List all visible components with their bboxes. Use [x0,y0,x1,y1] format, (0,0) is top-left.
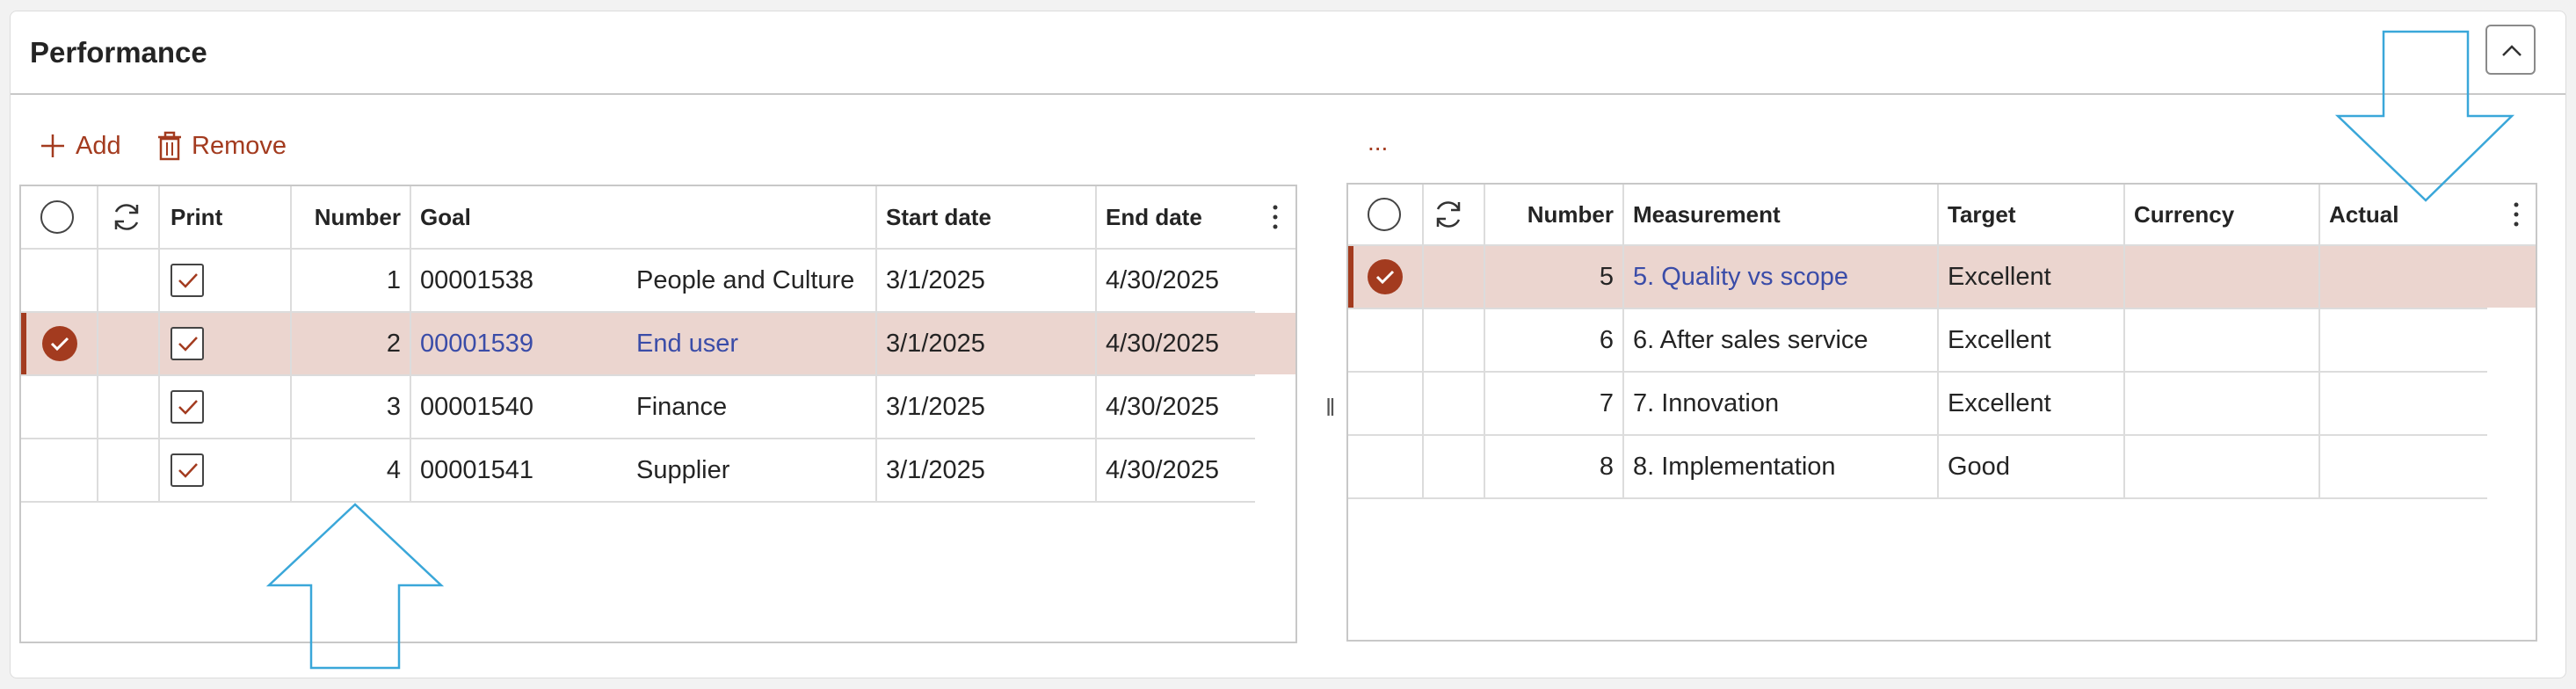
cell-target: Good [1948,452,2010,481]
measurements-grid: Number Measurement Target Currency Actua… [1346,183,2537,642]
print-checkbox[interactable] [171,313,204,374]
cell-currency[interactable] [2125,246,2310,308]
cell-goal-id: 00001538 [420,265,534,294]
column-options-button[interactable] [1262,186,1288,248]
col-header-end-date[interactable]: End date [1097,186,1255,248]
col-header-number[interactable]: Number [290,186,410,248]
cell-goal-id: 00001541 [420,455,534,484]
cell-target: Excellent [1948,325,2051,354]
cell-target: Excellent [1948,388,2051,417]
refresh-button[interactable] [1431,185,1475,244]
more-vertical-icon [1273,205,1278,229]
print-checkbox[interactable] [171,250,204,311]
cell-number: 3 [386,392,401,421]
add-button[interactable]: Add [39,128,121,163]
cell-measurement: 8. Implementation [1633,452,1836,481]
refresh-button[interactable] [109,186,153,248]
cell-number: 1 [386,265,401,294]
table-row[interactable]: 1 00001538 People and Culture 3/1/2025 4… [21,250,1295,311]
trash-icon [158,131,181,161]
select-all-checkbox[interactable] [1368,185,1406,244]
refresh-icon [114,204,139,230]
row-selected-icon[interactable] [1368,246,1403,308]
cell-currency[interactable] [2125,436,2310,497]
cell-goal-name-link[interactable]: End user [636,313,877,374]
table-row[interactable]: 7 7. Innovation Excellent [1348,373,2536,434]
more-actions-button[interactable]: ... [1368,128,1388,156]
column-options-button[interactable] [2503,185,2529,244]
cell-end-date: 4/30/2025 [1106,455,1220,484]
select-all-checkbox[interactable] [40,186,79,248]
cell-number: 2 [386,329,401,358]
col-header-currency[interactable]: Currency [2125,185,2310,244]
measurements-header-row: Number Measurement Target Currency Actua… [1348,185,2536,244]
table-row[interactable]: 2 00001539 End user 3/1/2025 4/30/2025 [21,313,1295,374]
plus-icon [41,134,64,157]
col-header-start-date[interactable]: Start date [877,186,1088,248]
col-header-actual[interactable]: Actual [2320,185,2496,244]
print-checkbox[interactable] [171,376,204,438]
cell-measurement: 7. Innovation [1633,388,1780,417]
col-header-measurement[interactable]: Measurement [1624,185,1937,244]
table-row[interactable]: 6 6. After sales service Excellent [1348,309,2536,371]
cell-goal-id: 00001540 [420,392,534,421]
cell-number: 8 [1599,452,1614,481]
table-row[interactable]: 3 00001540 Finance 3/1/2025 4/30/2025 [21,376,1295,438]
cell-actual[interactable] [2320,436,2496,497]
cell-goal-id-link[interactable]: 00001539 [411,313,622,374]
goals-grid: Print Number Goal Start date End date 1 … [19,185,1297,643]
cell-start-date: 3/1/2025 [886,455,985,484]
remove-label: Remove [192,131,287,160]
cell-measurement-link[interactable]: 5. Quality vs scope [1624,246,1937,308]
cell-currency[interactable] [2125,373,2310,434]
add-label: Add [76,131,121,160]
cell-start-date: 3/1/2025 [886,392,985,421]
cell-goal-name: Finance [636,392,728,421]
cell-actual[interactable] [2320,373,2496,434]
cell-number: 4 [386,455,401,484]
row-selected-icon[interactable] [42,313,77,374]
panel-header: Performance [11,11,2565,95]
grid-splitter[interactable]: ‖ [1325,394,1336,422]
table-row[interactable]: 5 5. Quality vs scope Excellent [1348,246,2536,308]
chevron-up-icon [2502,45,2522,56]
collapse-button[interactable] [2485,25,2536,75]
cell-end-date: 4/30/2025 [1106,392,1220,421]
col-header-goal[interactable]: Goal [411,186,868,248]
cell-number: 7 [1599,388,1614,417]
col-header-print[interactable]: Print [162,186,285,248]
cell-goal-name: Supplier [636,455,730,484]
cell-actual[interactable] [2320,309,2496,371]
cell-start-date: 3/1/2025 [886,265,985,294]
cell-number: 5 [1599,262,1614,291]
cell-end-date: 4/30/2025 [1106,329,1220,358]
panel-title: Performance [30,36,207,69]
table-row[interactable]: 4 00001541 Supplier 3/1/2025 4/30/2025 [21,439,1295,501]
cell-goal-name: People and Culture [636,265,855,294]
cell-start-date: 3/1/2025 [886,329,985,358]
col-header-target[interactable]: Target [1939,185,2115,244]
cell-currency[interactable] [2125,309,2310,371]
refresh-icon [1436,201,1461,228]
more-vertical-icon [2514,202,2519,227]
goals-header-row: Print Number Goal Start date End date [21,186,1295,248]
cell-number: 6 [1599,325,1614,354]
cell-end-date: 4/30/2025 [1106,265,1220,294]
cell-actual[interactable] [2320,246,2496,308]
col-header-number[interactable]: Number [1485,185,1622,244]
print-checkbox[interactable] [171,439,204,501]
table-row[interactable]: 8 8. Implementation Good [1348,436,2536,497]
cell-target: Excellent [1948,262,2051,291]
cell-measurement: 6. After sales service [1633,325,1869,354]
remove-button[interactable]: Remove [156,128,287,163]
